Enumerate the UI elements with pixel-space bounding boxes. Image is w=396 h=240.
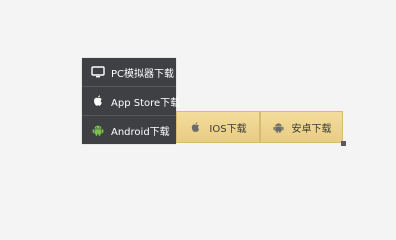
android-download-button[interactable]: 安卓下载 xyxy=(260,111,343,143)
resize-handle[interactable] xyxy=(341,141,346,146)
menu-item-app-store[interactable]: App Store下载 xyxy=(82,87,180,115)
android-download-label: 安卓下载 xyxy=(291,123,332,135)
menu-item-label: Android下载 xyxy=(111,126,170,138)
ios-download-button[interactable]: IOS下载 xyxy=(176,111,260,143)
menu-item-pc-emulator[interactable]: PC模拟器下载 xyxy=(82,58,176,86)
download-button-group: IOS下载 安卓下载 xyxy=(176,111,346,146)
android-icon xyxy=(272,121,285,134)
apple-icon xyxy=(189,121,202,134)
menu-item-label: App Store下载 xyxy=(111,97,181,109)
monitor-icon xyxy=(91,65,105,79)
menu-item-android[interactable]: Android下载 xyxy=(82,116,176,144)
download-menu: PC模拟器下载 App Store下载 Android下载 xyxy=(82,58,180,144)
menu-item-label: PC模拟器下载 xyxy=(111,68,175,80)
apple-icon xyxy=(91,94,105,108)
ios-download-label: IOS下载 xyxy=(209,123,247,135)
download-widget: PC模拟器下载 App Store下载 Android下载 IOS下载 安卓下载 xyxy=(0,0,396,202)
android-icon xyxy=(91,123,105,137)
